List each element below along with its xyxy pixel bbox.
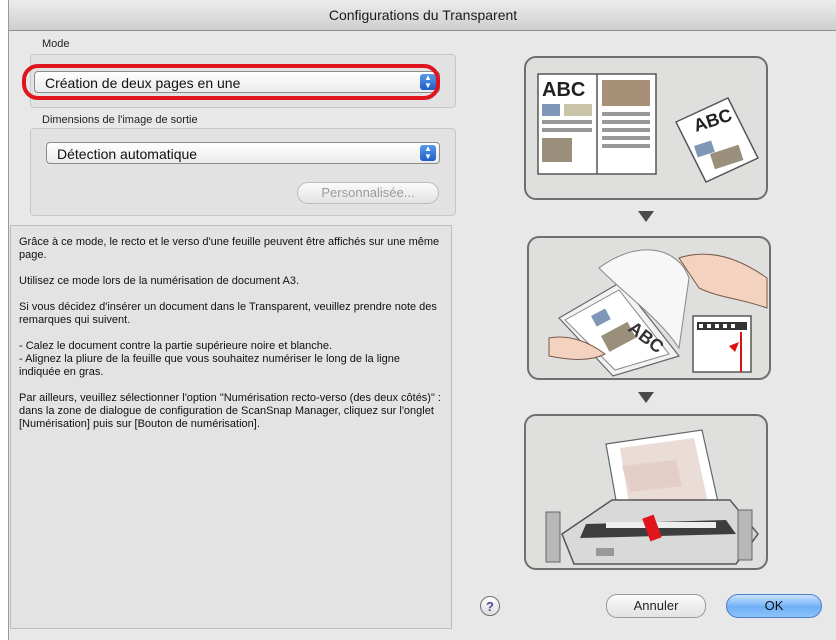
arrow-down-icon	[638, 211, 654, 222]
help-button[interactable]: ?	[480, 596, 500, 616]
description-p1: Grâce à ce mode, le recto et le verso d'…	[19, 236, 440, 261]
output-size-select-value: Détection automatique	[57, 146, 198, 162]
arrow-down-icon	[638, 392, 654, 403]
illustration-panel-folded-document: ABC ABC	[524, 56, 768, 200]
description-text: Grâce à ce mode, le recto et le verso d'…	[10, 225, 452, 629]
output-size-select[interactable]: Détection automatique ▲ ▼	[46, 142, 440, 164]
description-p2: Utilisez ce mode lors de la numérisation…	[19, 275, 300, 287]
description-p3: Si vous décidez d'insérer un document da…	[19, 301, 437, 326]
mode-highlight-annotation	[22, 64, 440, 100]
insert-carrier-illustration: ABC	[548, 249, 768, 377]
cancel-button[interactable]: Annuler	[606, 594, 706, 618]
custom-size-button[interactable]: Personnalisée...	[297, 182, 439, 204]
mode-label: Mode	[42, 38, 70, 50]
output-size-label: Dimensions de l'image de sortie	[42, 114, 198, 126]
illustration-panel-scanner	[524, 414, 768, 570]
illustration-panel-insert-carrier: ABC	[527, 236, 771, 380]
description-p4a: - Calez le document contre la partie sup…	[19, 340, 333, 352]
window-title: Configurations du Transparent	[9, 0, 836, 31]
scanner-illustration	[545, 429, 759, 565]
description-p4b: - Alignez la pliure de la feuille que vo…	[19, 353, 400, 378]
ok-button[interactable]: OK	[726, 594, 822, 618]
popup-arrows-icon: ▲ ▼	[420, 145, 436, 161]
abc-label-1: ABC	[542, 79, 585, 101]
folded-document-illustration: ABC ABC	[537, 73, 760, 183]
description-p5: Par ailleurs, veuillez sélectionner l'op…	[19, 392, 441, 430]
